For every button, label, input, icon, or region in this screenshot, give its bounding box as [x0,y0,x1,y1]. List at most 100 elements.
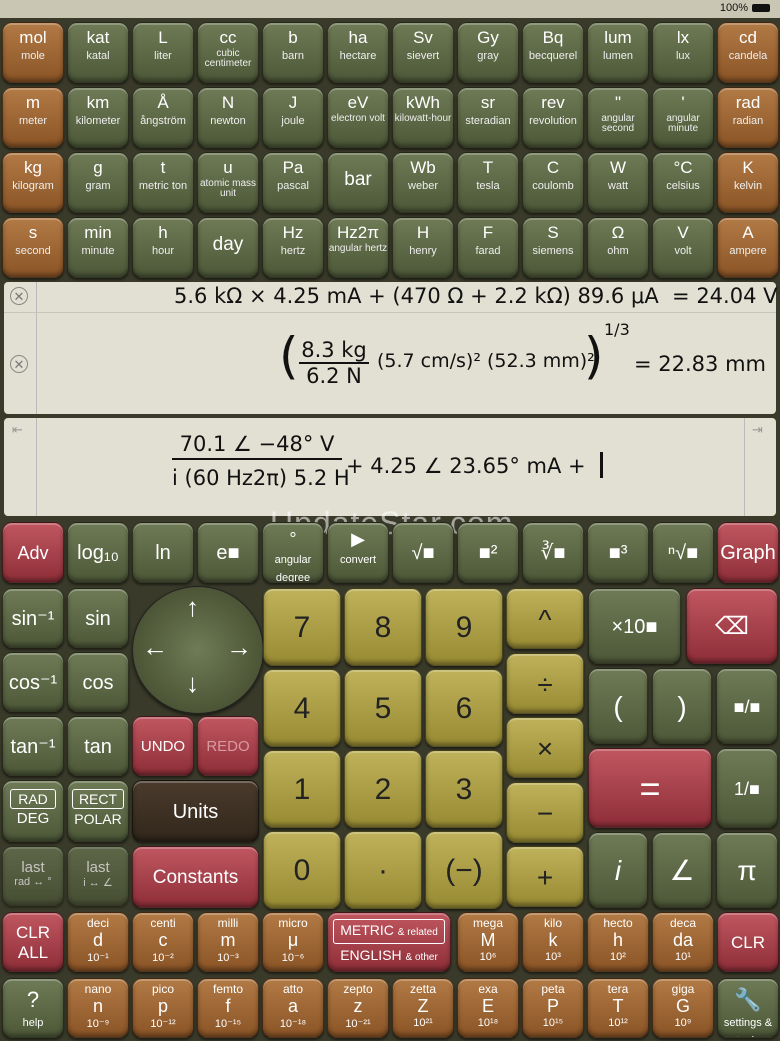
digit-key[interactable]: 9 [425,588,503,666]
constants-button[interactable]: Constants [132,846,259,908]
prefix-key[interactable]: mega M 10⁶ [457,912,519,972]
unit-key[interactable]: g gram [67,152,129,213]
unit-key[interactable]: t metric ton [132,152,194,213]
prefix-special-key[interactable]: 🔧 settings & tools [717,978,779,1038]
unit-key[interactable]: lx lux [652,22,714,83]
units-button[interactable]: Units [132,780,259,842]
unit-key[interactable]: sr steradian [457,87,519,148]
prefix-special-key[interactable]: ? help [2,978,64,1038]
unit-key[interactable]: " angular second [587,87,649,148]
prefix-key[interactable]: kilo k 10³ [522,912,584,972]
down-arrow-icon[interactable]: ↓ [186,668,199,699]
unit-key[interactable]: eV electron volt [327,87,389,148]
times-ten-power-button[interactable]: ×10■ [588,588,681,664]
unit-key[interactable]: Åångström [132,87,194,148]
left-arrow-icon[interactable]: ← [142,632,168,663]
digit-key[interactable]: 4 [263,669,341,747]
unit-key[interactable]: °C celsius [652,152,714,213]
unit-key[interactable]: mol mole [2,22,64,83]
unit-key[interactable]: Kkelvin [717,152,779,213]
right-arrow-icon[interactable]: → [226,632,252,663]
prefix-special-key[interactable]: CLR [717,912,779,972]
scroll-end-icon[interactable]: ⇥ [752,422,763,438]
arcsin-button[interactable]: sin⁻¹ [2,588,64,648]
unit-key[interactable]: u atomic mass unit [197,152,259,213]
digit-key[interactable]: 3 [425,750,503,828]
undo-button[interactable]: UNDO [132,716,194,776]
prefix-key[interactable]: atto a 10⁻¹⁸ [262,978,324,1038]
unit-key[interactable]: Ωohm [587,217,649,278]
rect-polar-toggle[interactable]: RECT POLAR [67,780,129,842]
prefix-key[interactable]: deci d 10⁻¹ [67,912,129,972]
prefix-special-key[interactable]: CLR ALL [2,912,64,972]
function-key[interactable]: ■² [457,522,519,583]
operator-key[interactable]: ÷ [506,652,584,714]
prefix-key[interactable]: pico p 10⁻¹² [132,978,194,1038]
unit-key[interactable]: Wb weber [392,152,454,213]
cos-button[interactable]: cos [67,652,129,712]
function-key[interactable]: ∛■ [522,522,584,583]
pi-button[interactable]: π [716,832,778,908]
digit-key[interactable]: 8 [344,588,422,666]
arctan-button[interactable]: tan⁻¹ [2,716,64,776]
rad-deg-toggle[interactable]: RAD DEG [2,780,64,842]
unit-key[interactable]: Ttesla [457,152,519,213]
input-display[interactable]: ⇤ ⇥ 70.1 ∠ −48° V i (60 Hz2π) 5.2 H + 4.… [4,418,776,516]
function-key[interactable]: Adv Func [2,522,64,583]
unit-key[interactable]: Nnewton [197,87,259,148]
prefix-key[interactable]: giga G 10⁹ [652,978,714,1038]
unit-key[interactable]: cd candela [717,22,779,83]
unit-key[interactable]: lum lumen [587,22,649,83]
unit-key[interactable]: Ffarad [457,217,519,278]
prefix-key[interactable]: femto f 10⁻¹⁵ [197,978,259,1038]
digit-key[interactable]: 1 [263,750,341,828]
equals-button[interactable]: = [588,748,712,828]
unit-key[interactable]: h hour [132,217,194,278]
last-i-angle-button[interactable]: last i ↔ ∠ [67,846,129,906]
operator-key[interactable]: × [506,717,584,778]
digit-key[interactable]: · [344,831,422,909]
prefix-key[interactable]: zetta Z 10²¹ [392,978,454,1038]
prefix-key[interactable]: micro μ 10⁻⁶ [262,912,324,972]
unit-key[interactable]: Vvolt [652,217,714,278]
unit-key[interactable]: Lliter [132,22,194,83]
delete-history-2-icon[interactable]: ✕ [10,355,28,373]
unit-key[interactable]: Ccoulomb [522,152,584,213]
function-key[interactable]: e■ [197,522,259,583]
prefix-key[interactable]: peta P 10¹⁵ [522,978,584,1038]
unit-key[interactable]: rad radian [717,87,779,148]
backspace-icon[interactable]: ⌫ [686,588,778,664]
function-key[interactable]: log₁₀ [67,522,129,583]
prefix-key[interactable]: zepto z 10⁻²¹ [327,978,389,1038]
unit-key[interactable]: kg kilogram [2,152,64,213]
redo-button[interactable]: REDO [197,716,259,776]
digit-key[interactable]: (−) [425,831,503,909]
unit-key[interactable]: ' angular minute [652,87,714,148]
prefix-key[interactable]: hecto h 10² [587,912,649,972]
fraction-button[interactable]: ■/■ [716,668,778,744]
unit-key[interactable]: Ssiemens [522,217,584,278]
unit-key[interactable]: bar [327,152,389,213]
metric-english-toggle[interactable]: METRIC & related ENGLISH & other [327,912,451,972]
unit-key[interactable]: Hhenry [392,217,454,278]
unit-key[interactable]: Hz hertz [262,217,324,278]
unit-key[interactable]: kat katal [67,22,129,83]
unit-key[interactable]: Sv sievert [392,22,454,83]
unit-key[interactable]: Bq becquerel [522,22,584,83]
unit-key[interactable]: cc cubic centimeter [197,22,259,83]
prefix-key[interactable]: tera T 10¹² [587,978,649,1038]
unit-key[interactable]: m meter [2,87,64,148]
function-key[interactable]: ⁿ√■ [652,522,714,583]
function-key[interactable]: ° angular degree [262,522,324,583]
unit-key[interactable]: Aampere [717,217,779,278]
tan-button[interactable]: tan [67,716,129,776]
unit-key[interactable]: rev revolution [522,87,584,148]
unit-key[interactable]: Jjoule [262,87,324,148]
reciprocal-button[interactable]: 1/■ [716,748,778,828]
function-key[interactable]: ln [132,522,194,583]
unit-key[interactable]: ha hectare [327,22,389,83]
function-key[interactable]: ▶ convert [327,522,389,583]
left-paren-button[interactable]: ( [588,668,648,744]
unit-key[interactable]: b barn [262,22,324,83]
prefix-key[interactable]: exa E 10¹⁸ [457,978,519,1038]
